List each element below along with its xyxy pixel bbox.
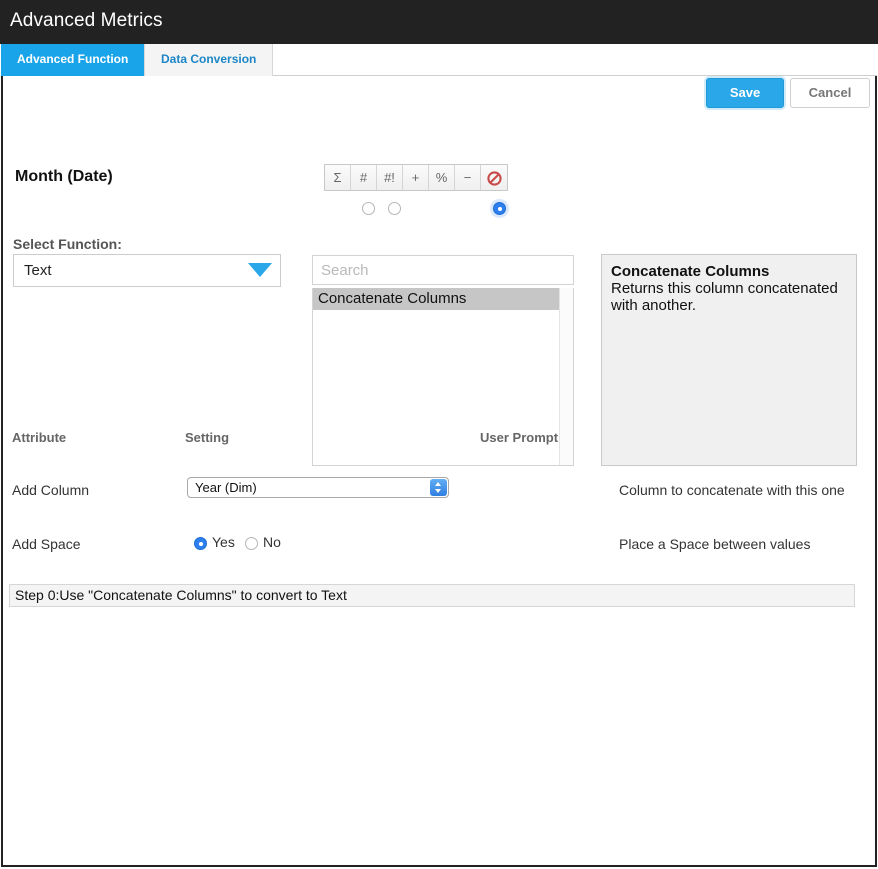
select-function-label: Select Function: bbox=[13, 236, 122, 252]
user-prompt-add-space: Place a Space between values bbox=[619, 536, 811, 552]
search-input[interactable] bbox=[312, 255, 574, 285]
tab-data-conversion[interactable]: Data Conversion bbox=[144, 44, 274, 76]
type-radio-3[interactable] bbox=[493, 202, 506, 215]
type-radio-2[interactable] bbox=[388, 202, 401, 215]
advanced-metrics-window: Advanced Metrics Advanced Function Data … bbox=[0, 0, 878, 869]
add-space-radio-yes-label: Yes bbox=[212, 534, 235, 550]
type-radio-1[interactable] bbox=[362, 202, 375, 215]
function-description-title: Concatenate Columns bbox=[611, 263, 770, 280]
function-description-panel: Concatenate Columns Returns this column … bbox=[601, 254, 857, 466]
action-button-row: Save Cancel bbox=[3, 76, 875, 116]
sum-icon[interactable]: Σ bbox=[325, 165, 351, 190]
attribute-label-add-column: Add Column bbox=[12, 482, 90, 498]
add-space-radio-no-label: No bbox=[263, 534, 281, 550]
prohibited-icon[interactable] bbox=[481, 165, 507, 190]
function-description-body: Returns this column concatenated with an… bbox=[611, 280, 838, 314]
column-header-setting: Setting bbox=[185, 430, 230, 445]
number-exclaim-icon[interactable]: #! bbox=[377, 165, 403, 190]
column-name-label: Month (Date) bbox=[15, 168, 113, 185]
window-titlebar: Advanced Metrics bbox=[0, 0, 878, 44]
chevron-down-icon bbox=[248, 263, 272, 277]
step-summary-bar[interactable]: Step 0:Use "Concatenate Columns" to conv… bbox=[9, 584, 855, 607]
minus-icon[interactable]: − bbox=[455, 165, 481, 190]
page-title: Advanced Metrics bbox=[10, 10, 163, 31]
tab-advanced-function[interactable]: Advanced Function bbox=[1, 44, 145, 76]
percent-icon[interactable]: % bbox=[429, 165, 455, 190]
cancel-button[interactable]: Cancel bbox=[790, 78, 870, 108]
add-space-radio-no[interactable] bbox=[245, 537, 258, 550]
add-column-value: Year (Dim) bbox=[195, 480, 257, 495]
list-item[interactable]: Concatenate Columns bbox=[313, 288, 561, 310]
data-type-toolbar: Σ # #! + % − bbox=[324, 164, 508, 191]
user-prompt-add-column: Column to concatenate with this one bbox=[619, 482, 845, 498]
main-content: Save Cancel Month (Date) Σ # #! + % − Se… bbox=[1, 76, 877, 867]
select-function-dropdown[interactable]: Text bbox=[13, 254, 281, 287]
plus-icon[interactable]: + bbox=[403, 165, 429, 190]
column-header-user-prompt: User Prompt bbox=[480, 430, 559, 445]
stepper-arrows-icon[interactable] bbox=[430, 479, 447, 496]
column-header-attribute: Attribute bbox=[12, 430, 67, 445]
number-icon[interactable]: # bbox=[351, 165, 377, 190]
add-space-radio-yes[interactable] bbox=[194, 537, 207, 550]
save-button[interactable]: Save bbox=[706, 78, 784, 108]
function-list-scrollbar[interactable] bbox=[559, 288, 573, 465]
tab-bar: Advanced Function Data Conversion bbox=[1, 44, 877, 76]
add-column-select[interactable]: Year (Dim) bbox=[187, 477, 449, 498]
select-function-value: Text bbox=[24, 262, 52, 279]
attribute-label-add-space: Add Space bbox=[12, 536, 81, 552]
